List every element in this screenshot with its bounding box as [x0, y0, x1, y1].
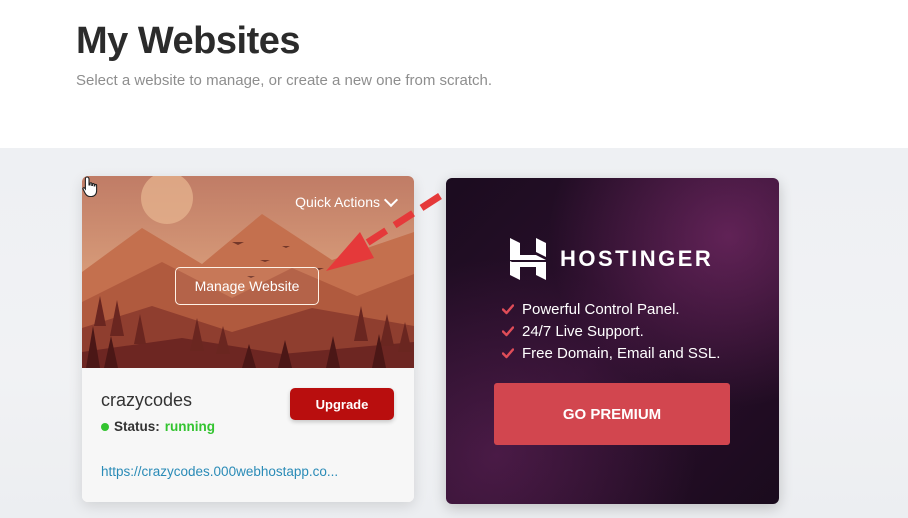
status-label: Status:	[114, 419, 160, 434]
page-header: My Websites Select a website to manage, …	[0, 0, 908, 148]
status-value: running	[164, 419, 216, 434]
page-title: My Websites	[76, 20, 300, 62]
website-url-link[interactable]: https://crazycodes.000webhostapp.co...	[101, 464, 338, 479]
upgrade-button[interactable]: Upgrade	[290, 388, 394, 420]
go-premium-button[interactable]: GO PREMIUM	[494, 383, 730, 445]
website-status: Status: running	[101, 419, 215, 434]
hostinger-brand-name: HOSTINGER	[560, 246, 714, 271]
mouse-cursor-icon	[82, 176, 98, 198]
feature-text: Powerful Control Panel.	[522, 300, 680, 318]
website-thumbnail[interactable]: Quick Actions Manage Website	[82, 176, 414, 368]
check-icon	[502, 326, 514, 337]
website-info-panel: crazycodes Status: running Upgrade https…	[82, 368, 414, 502]
chevron-down-icon	[383, 192, 399, 207]
check-icon	[502, 348, 514, 359]
hostinger-logo-icon	[510, 238, 546, 280]
feature-list: Powerful Control Panel. 24/7 Live Suppor…	[502, 298, 720, 364]
hostinger-brand: HOSTINGER	[510, 238, 713, 280]
check-icon	[502, 304, 514, 315]
quick-actions-label: Quick Actions	[295, 194, 380, 210]
hostinger-promo-card: HOSTINGER Powerful Control Panel. 24/7 L…	[446, 178, 779, 504]
quick-actions-menu[interactable]: Quick Actions	[295, 192, 399, 210]
feature-item: 24/7 Live Support.	[502, 320, 720, 342]
website-name: crazycodes	[101, 390, 193, 410]
feature-item: Free Domain, Email and SSL.	[502, 342, 720, 364]
feature-text: 24/7 Live Support.	[522, 322, 644, 340]
status-dot-icon	[101, 422, 109, 431]
feature-text: Free Domain, Email and SSL.	[522, 344, 721, 362]
website-card: Quick Actions Manage Website crazycodes …	[82, 176, 414, 502]
feature-item: Powerful Control Panel.	[502, 298, 720, 320]
manage-website-button[interactable]: Manage Website	[175, 267, 319, 305]
page-subtitle: Select a website to manage, or create a …	[76, 72, 493, 89]
